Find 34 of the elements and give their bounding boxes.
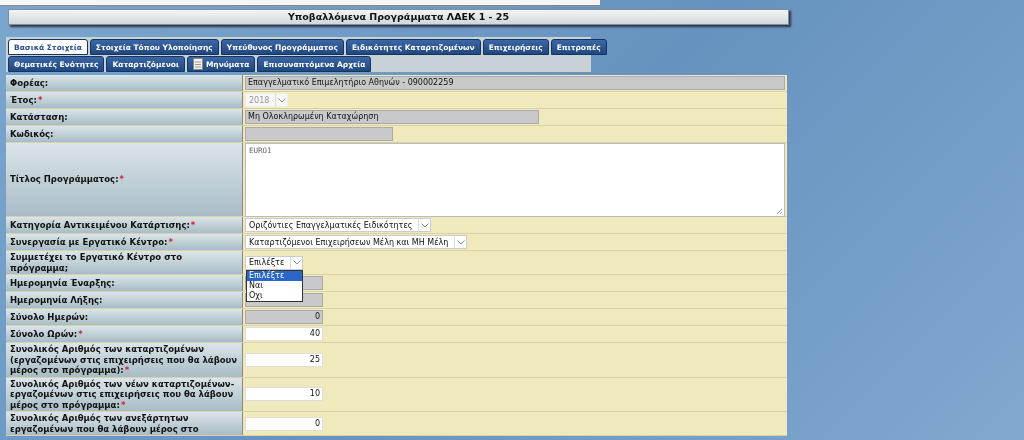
select-field[interactable]: Καταρτιζόμενοι Επιχειρήσεων Μέλη και ΜΗ Μέλη: [245, 235, 468, 249]
select-field[interactable]: Οριζόντιες Επαγγελματικές Ειδικότητες: [245, 218, 432, 232]
readonly-field: 0: [245, 310, 323, 324]
number-field[interactable]: 10: [245, 387, 323, 402]
field-label: Συνολικός Αριθμός των καταρτιζομένων (εργαζομένων στις επιχειρήσεις που θα λάβουν μέρος στο πρόγραμμα):*: [10, 344, 238, 376]
number-field[interactable]: 25: [245, 352, 323, 367]
field-label: Τίτλος Προγράμματος:*: [10, 174, 124, 185]
select-field: 2018: [245, 93, 289, 107]
resize-grip-icon[interactable]: [776, 207, 783, 215]
dropdown-arrow-icon[interactable]: [454, 236, 467, 248]
field-label: Κατάσταση:: [10, 111, 68, 123]
field-label: Σύνολο Ωρών:*: [10, 328, 83, 340]
field-label: Έτος:*: [10, 94, 43, 106]
number-field[interactable]: 40: [245, 327, 323, 341]
field-label: Κατηγορία Αντικειμένου Κατάρτισης:*: [10, 219, 196, 231]
dropdown-option[interactable]: Οχι: [247, 290, 302, 301]
field-label: Σύνολο Ημερών:: [10, 311, 89, 323]
dropdown-arrow-icon[interactable]: [290, 256, 303, 269]
note-icon: [192, 58, 203, 70]
field-label: Συνολικός Αριθμός των νέων καταρτιζομένων-εργαζομένων στις επιχειρήσεις που θα λάβουν μέρος στο πρόγραμμα:*: [10, 378, 236, 410]
number-field[interactable]: 0: [245, 416, 323, 431]
dropdown-option[interactable]: Επιλέξτε: [247, 270, 302, 281]
field-label: Φορέας:: [10, 77, 49, 89]
field-label: Συμμετέχει το Εργατικό Κέντρο στο πρόγραμμα;: [10, 252, 184, 273]
page-title: Υποβαλλόμενα Προγράμματα ΛΑΕΚ 1 - 25: [287, 11, 510, 22]
field-label: Ημερομηνία Λήξης:: [10, 294, 103, 306]
field-label: Συνολικός Αριθμός των ανεξάρτητων εργαζομένων που θα λάβουν μέρος στο: [10, 413, 200, 434]
field-label: Συνεργασία με Εργατικό Κέντρο:*: [10, 236, 173, 248]
dropdown-arrow-icon[interactable]: [418, 219, 431, 231]
readonly-field: Επαγγελματικό Επιμελητήριο Αθηνών - 090002259: [245, 76, 785, 90]
readonly-field: Μη Ολοκληρωμένη Καταχώρηση: [245, 110, 539, 124]
dropdown-option[interactable]: Ναι: [247, 280, 302, 291]
field-label: Ημερομηνία Έναρξης:: [10, 277, 115, 289]
field-label: Κωδικός:: [10, 128, 54, 140]
